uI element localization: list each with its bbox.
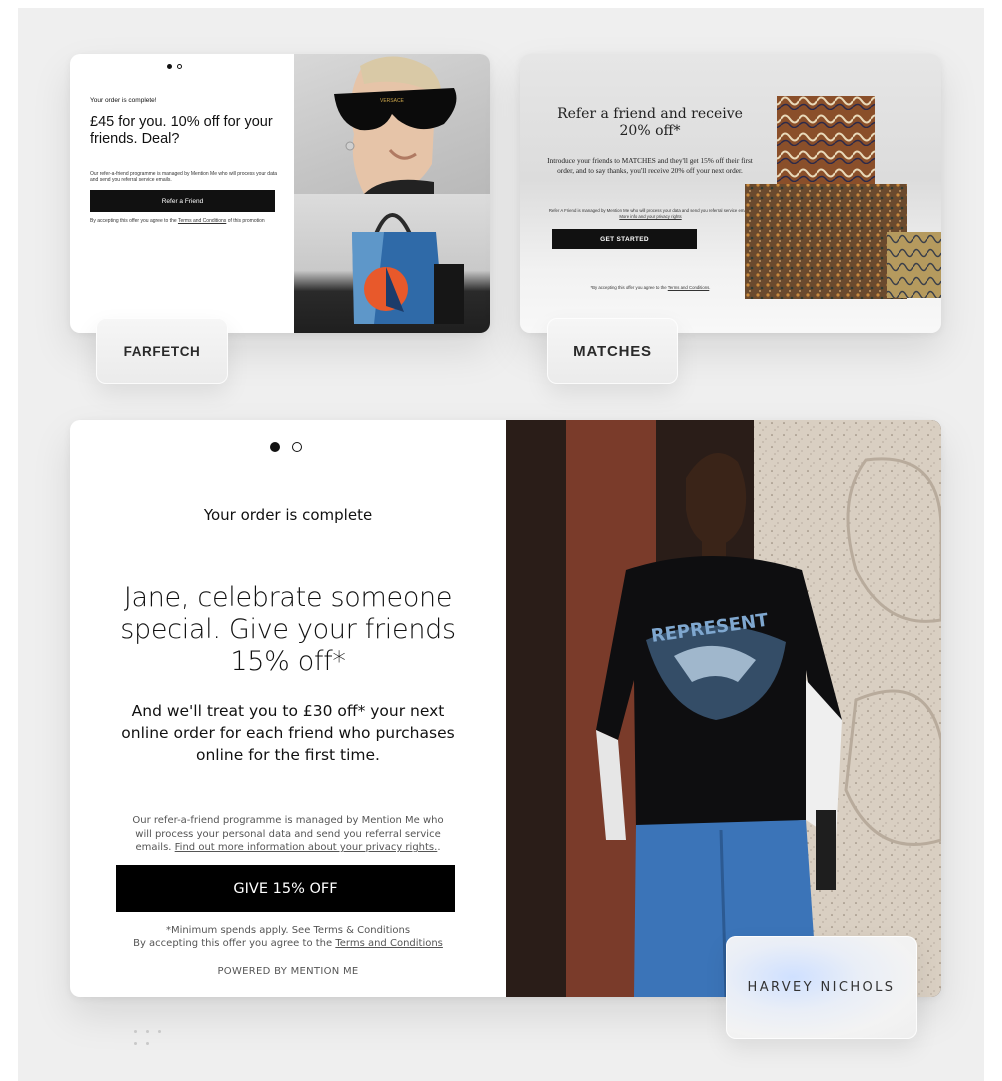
farfetch-terms-prefix: By accepting this offer you agree to the bbox=[90, 218, 177, 224]
farfetch-content-panel: Your order is complete! £45 for you. 10%… bbox=[70, 54, 294, 333]
farfetch-terms-link[interactable]: Terms and Conditions bbox=[178, 218, 226, 224]
powered-by-mention-me: POWERED BY MENTION ME bbox=[217, 966, 359, 977]
get-started-button[interactable]: GET STARTED bbox=[552, 229, 697, 249]
harvey-nichols-min-spend: *Minimum spends apply. See Terms & Condi… bbox=[165, 925, 411, 936]
matches-accept-prefix: *By accepting this offer you agree to th… bbox=[590, 285, 667, 290]
farfetch-bag-image bbox=[294, 194, 490, 333]
farfetch-brand-chip: FARFETCH bbox=[96, 318, 228, 384]
farfetch-programme-note: Our refer-a-friend programme is managed … bbox=[90, 171, 278, 183]
matches-title: Refer a friend and receive 20% off* bbox=[557, 106, 743, 139]
matches-accept-terms: *By accepting this offer you agree to th… bbox=[548, 285, 753, 290]
harvey-nichols-referral-card: Your order is complete Jane, celebrate s… bbox=[70, 420, 941, 997]
harvey-nichols-model-image: REPRESENT bbox=[506, 420, 941, 997]
farfetch-order-complete: Your order is complete! bbox=[90, 97, 157, 104]
farfetch-headline: £45 for you. 10% off for your friends. D… bbox=[90, 114, 273, 147]
farfetch-terms: By accepting this offer you agree to the… bbox=[90, 218, 280, 224]
matches-fine-text: Refer A Friend is managed by Mention Me … bbox=[548, 208, 753, 213]
farfetch-referral-card: Your order is complete! £45 for you. 10%… bbox=[70, 54, 490, 333]
matches-body: Introduce your friends to MATCHES and th… bbox=[547, 156, 753, 175]
sunglasses-logo: VERSACE bbox=[380, 98, 405, 104]
farfetch-model-sunglasses-image: VERSACE bbox=[294, 54, 490, 194]
matches-privacy-link[interactable]: More info and your privacy rights bbox=[619, 214, 681, 219]
carousel-dot-active-icon[interactable] bbox=[270, 442, 280, 452]
matches-accept-suffix: . bbox=[709, 285, 711, 290]
harvey-nichols-terms-link[interactable]: Terms and Conditions bbox=[335, 938, 443, 949]
carousel-dot-active-icon[interactable] bbox=[167, 64, 172, 69]
harvey-nichols-privacy-link[interactable]: Find out more information about your pri… bbox=[175, 842, 438, 853]
refer-a-friend-button[interactable]: Refer a Friend bbox=[90, 190, 275, 212]
harvey-nichols-content-panel: Your order is complete Jane, celebrate s… bbox=[70, 420, 506, 997]
give-15-off-button[interactable]: GIVE 15% OFF bbox=[116, 865, 455, 912]
farfetch-terms-suffix: of this promotion bbox=[227, 218, 265, 224]
harvey-nichols-carousel-dots bbox=[270, 442, 302, 452]
carousel-dot-inactive-icon[interactable] bbox=[292, 442, 302, 452]
harvey-nichols-privacy-suffix: . bbox=[437, 842, 441, 853]
harvey-nichols-headline: Jane, celebrate someone special. Give yo… bbox=[120, 582, 456, 677]
matches-terms-link[interactable]: Terms and Conditions bbox=[668, 285, 710, 290]
matches-brand-chip: MATCHES bbox=[547, 318, 678, 384]
harvey-nichols-brand-chip: HARVEY NICHOLS bbox=[726, 936, 917, 1039]
harvey-nichols-accept: By accepting this offer you agree to the… bbox=[90, 937, 486, 950]
harvey-nichols-subhead: And we'll treat you to £30 off* your nex… bbox=[121, 702, 455, 764]
carousel-dot-inactive-icon[interactable] bbox=[177, 64, 182, 69]
matches-referral-card: Refer a friend and receive 20% off* Intr… bbox=[520, 54, 941, 333]
harvey-nichols-order-complete: Your order is complete bbox=[203, 506, 373, 524]
matches-marbled-boxes-image bbox=[745, 92, 941, 302]
harvey-nichols-terms: *Minimum spends apply. See Terms & Condi… bbox=[90, 924, 486, 950]
matches-fine-print: Refer A Friend is managed by Mention Me … bbox=[548, 208, 753, 219]
harvey-nichols-programme-note: Our refer-a-friend programme is managed … bbox=[132, 814, 444, 855]
harvey-nichols-accept-prefix: By accepting this offer you agree to the bbox=[133, 938, 333, 949]
farfetch-carousel-dots bbox=[167, 64, 182, 69]
